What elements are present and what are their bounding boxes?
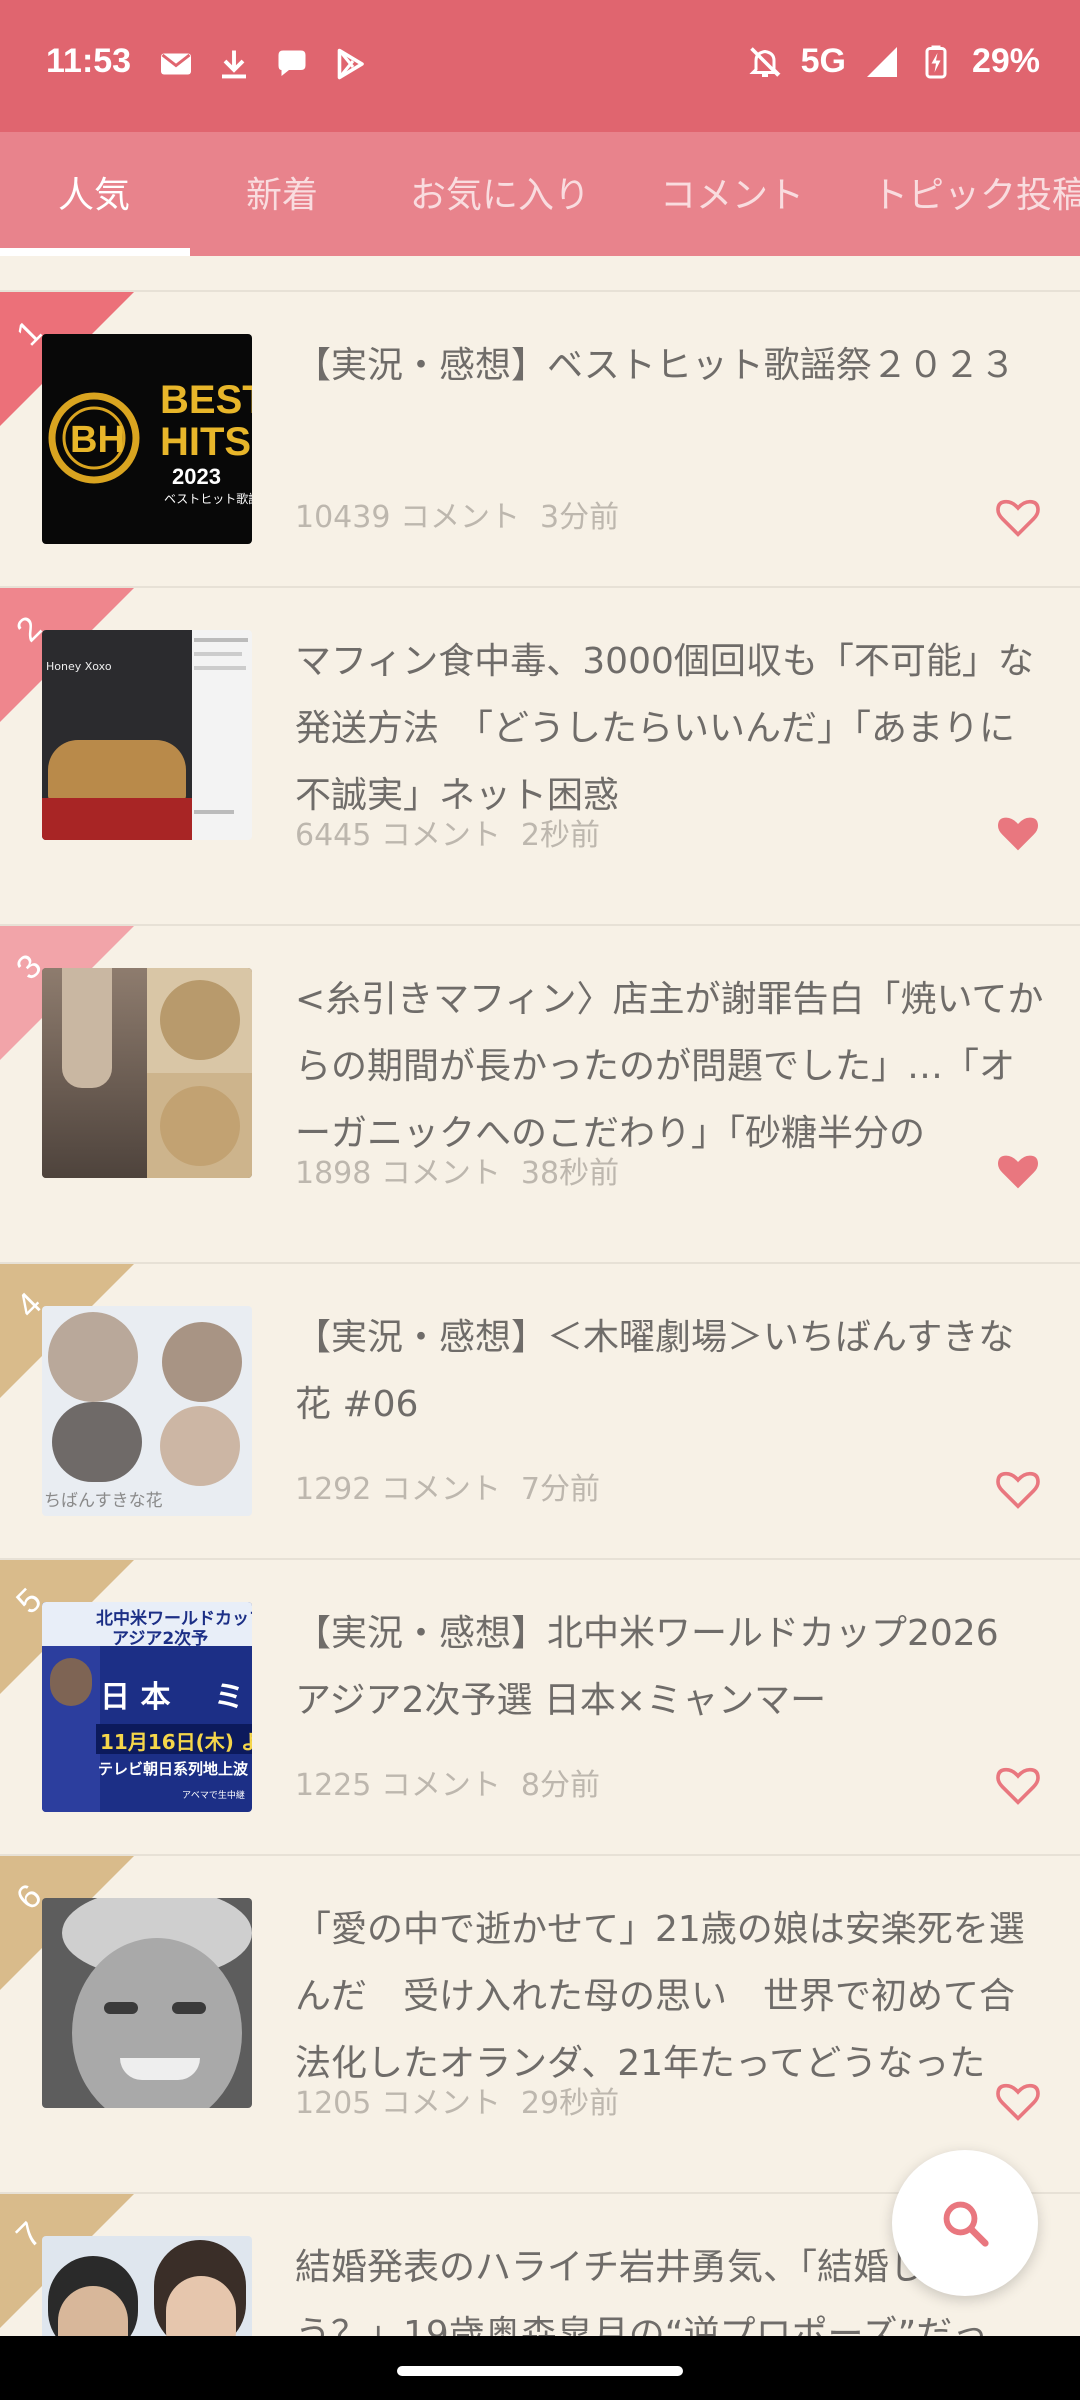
topic-title[interactable]: 【実況・感想】北中米ワールドカップ2026 アジア2次予選 日本×ミャンマー [295,1600,1045,1734]
thumbnail-image [42,1898,252,2108]
comment-count: 1292 コメント [295,1472,501,1507]
thumb-text-drama: ちばんすきな花 [44,1491,163,1511]
status-right-icons: 5G 29% [747,42,1040,81]
comment-count: 1205 コメント [295,2086,501,2121]
thumb-text-date: 11月16日(木) よる [100,1730,252,1754]
comment-count: 6445 コメント [295,818,501,853]
system-nav-bar [0,2336,1080,2400]
download-icon [222,50,246,79]
post-time: 38秒前 [520,1156,620,1191]
tab-popular[interactable]: 人気 [58,132,130,256]
list-item-1[interactable]: 1 BH BEST HITS 2023 ベストヒット歌謡祭 【実況・感想】ベスト… [0,290,1080,586]
status-time: 11:53 [46,42,132,80]
post-time: 2秒前 [520,818,600,853]
play-store-icon [337,48,364,80]
thumbnail-image: BH BEST HITS 2023 ベストヒット歌謡祭 [42,334,252,544]
tab-comments[interactable]: コメント [660,132,804,256]
battery-level: 29% [971,42,1040,80]
status-bar: 11:53 5G 29% [0,0,1080,132]
ranking-list[interactable]: 1 BH BEST HITS 2023 ベストヒット歌謡祭 【実況・感想】ベスト… [0,256,1080,2336]
topic-title[interactable]: <糸引きマフィン〉店主が謝罪告白「焼いてからの期間が長かったのが問題でした」…「… [295,966,1045,1167]
thumbnail-image [42,2236,252,2336]
comment-count: 1225 コメント [295,1768,501,1803]
thumb-text-abema: アベマで生中継 [182,1791,245,1801]
list-item-5[interactable]: 5 北中米ワールドカップ アジア2次予 日 本 ミ 11月16日(木) よる テ… [0,1558,1080,1854]
post-time: 29秒前 [520,2086,620,2121]
chat-bubble-icon [278,50,306,76]
thumb-text-best: BEST [160,378,252,422]
thumb-text-japan: 日 本 [100,1680,171,1715]
thumbnail-image: Honey Xoxo [42,630,252,840]
thumb-text-sub: ベストヒット歌謡祭 [164,492,252,506]
thumb-text-qual: アジア2次予 [112,1629,209,1649]
list-item-2[interactable]: 2 Honey Xoxo マフィン食中毒、3000個回収も「不可能」な発送方法 … [0,586,1080,924]
topic-meta: 1292 コメント 7分前 [295,1464,600,1508]
thumb-text-year: 2023 [172,464,221,489]
list-item-3[interactable]: 3 <糸引きマフィン〉店主が謝罪告白「焼いてからの期間が長かったのが問題でした」… [0,924,1080,1262]
topic-meta: 1898 コメント 38秒前 [295,1148,619,1192]
search-fab-button[interactable] [892,2150,1038,2296]
topic-meta: 1225 コメント 8分前 [295,1760,600,1804]
active-tab-indicator [0,248,190,256]
mail-icon [161,53,191,75]
list-item-4[interactable]: 4 ちばんすきな花 【実況・感想】＜木曜劇場＞いちばんすきな花 #06 1292… [0,1262,1080,1558]
heart-filled-icon[interactable] [996,814,1040,854]
heart-outline-icon[interactable] [996,498,1040,538]
heart-filled-icon[interactable] [996,1152,1040,1192]
tab-favorites[interactable]: お気に入り [410,132,590,256]
topic-meta: 6445 コメント 2秒前 [295,810,600,854]
heart-outline-icon[interactable] [996,2082,1040,2122]
thumb-text-hits: HITS [160,420,252,464]
topic-title[interactable]: 【実況・感想】＜木曜劇場＞いちばんすきな花 #06 [295,1304,1045,1438]
thumb-text-myanmar: ミ [214,1680,244,1715]
notifications-off-icon [748,46,781,77]
tab-new[interactable]: 新着 [246,132,318,256]
thumbnail-image [42,968,252,1178]
tab-bar: 人気 新着 お気に入り コメント トピック投稿 [0,132,1080,256]
thumb-text-shop: Honey Xoxo [46,660,112,673]
comment-count: 1898 コメント [295,1156,501,1191]
signal-icon [866,46,897,77]
topic-title[interactable]: 【実況・感想】ベストヒット歌謡祭２０２３ [295,332,1045,399]
topic-title[interactable]: マフィン食中毒、3000個回収も「不可能」な発送方法 「どうしたらいいんだ」「あ… [295,628,1045,829]
network-type: 5G [800,42,846,80]
topic-title[interactable]: 「愛の中で逝かせて」21歳の娘は安楽死を選んだ 受け入れた母の思い 世界で初めて… [295,1896,1045,2097]
status-left-icons [158,46,368,82]
heart-outline-icon[interactable] [996,1470,1040,1510]
tab-post-topic[interactable]: トピック投稿 [872,132,1080,256]
battery-charging-icon [925,45,947,78]
home-gesture-handle[interactable] [397,2366,683,2376]
comment-count: 10439 コメント [295,500,520,535]
svg-text:BH: BH [70,419,125,461]
post-time: 7分前 [520,1472,600,1507]
topic-meta: 1205 コメント 29秒前 [295,2078,619,2122]
list-item-6[interactable]: 6 「愛の中で逝かせて」21歳の娘は安楽死を選んだ 受け入れた母の思い 世界で初… [0,1854,1080,2192]
topic-meta: 10439 コメント 3分前 [295,492,619,536]
thumb-text-tv: テレビ朝日系列地上波 [98,1760,249,1778]
thumbnail-image: ちばんすきな花 [42,1306,252,1516]
post-time: 8分前 [520,1768,600,1803]
thumbnail-image: 北中米ワールドカップ アジア2次予 日 本 ミ 11月16日(木) よる テレビ… [42,1602,252,1812]
search-icon [943,2201,989,2247]
post-time: 3分前 [539,500,620,535]
heart-outline-icon[interactable] [996,1766,1040,1806]
